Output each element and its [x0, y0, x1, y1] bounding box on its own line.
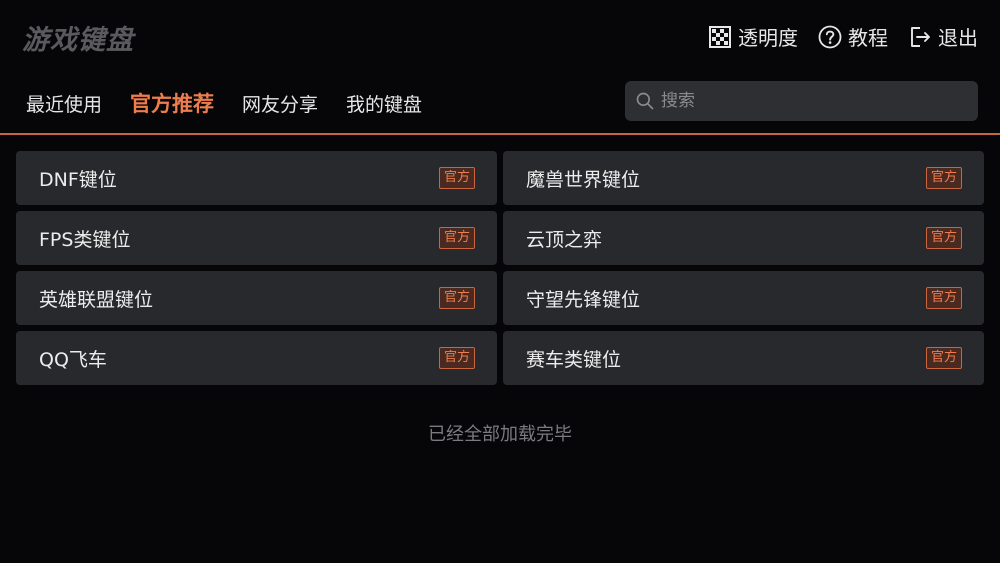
- layout-name: 英雄联盟键位: [39, 288, 154, 311]
- top-actions: 透明度 教程 退出: [708, 22, 978, 51]
- layout-name: FPS类键位: [39, 228, 131, 251]
- official-badge: 官方: [925, 287, 962, 309]
- tutorial-label: 教程: [848, 26, 888, 50]
- layout-card[interactable]: DNF键位 官方: [16, 151, 497, 205]
- search-box[interactable]: [625, 81, 978, 121]
- category-tabs: 最近使用 官方推荐 网友分享 我的键盘: [26, 88, 422, 118]
- layout-grid: DNF键位 官方 魔兽世界键位 官方 FPS类键位 官方 云顶之弈 官方 英雄联…: [16, 151, 984, 385]
- layout-name: 赛车类键位: [526, 348, 622, 371]
- transparency-button[interactable]: 透明度: [708, 22, 798, 51]
- help-icon: [818, 25, 842, 48]
- tab-divider: [0, 133, 1000, 135]
- tab-mine[interactable]: 我的键盘: [346, 90, 422, 117]
- layout-name: QQ飞车: [39, 348, 107, 371]
- all-loaded-note: 已经全部加载完毕: [428, 424, 572, 445]
- layout-card[interactable]: 云顶之弈 官方: [503, 211, 984, 265]
- official-badge: 官方: [438, 227, 475, 249]
- official-badge: 官方: [438, 167, 475, 189]
- game-keyboard-panel: 游戏键盘 透明度 教程 退出 最近使用 官方推荐 网友分享 我的键盘 搜索 DN…: [0, 0, 1000, 563]
- official-badge: 官方: [438, 287, 475, 309]
- exit-label: 退出: [938, 26, 978, 50]
- search-input[interactable]: [661, 91, 978, 111]
- exit-icon: [911, 26, 930, 47]
- exit-button[interactable]: 退出: [908, 22, 978, 51]
- layout-card[interactable]: QQ飞车 官方: [16, 331, 497, 385]
- layout-name: 云顶之弈: [526, 228, 603, 251]
- layout-card[interactable]: 魔兽世界键位 官方: [503, 151, 984, 205]
- layout-card[interactable]: 守望先锋键位 官方: [503, 271, 984, 325]
- official-badge: 官方: [438, 347, 475, 369]
- tab-official[interactable]: 官方推荐: [130, 88, 214, 118]
- transparency-label: 透明度: [738, 26, 798, 50]
- app-logo: 游戏键盘: [22, 25, 134, 56]
- layout-name: DNF键位: [39, 168, 117, 191]
- layout-card[interactable]: FPS类键位 官方: [16, 211, 497, 265]
- layout-name: 守望先锋键位: [526, 288, 641, 311]
- official-badge: 官方: [925, 347, 962, 369]
- transparency-icon: [709, 25, 731, 48]
- official-badge: 官方: [925, 227, 962, 249]
- tutorial-button[interactable]: 教程: [818, 22, 888, 51]
- layout-card[interactable]: 赛车类键位 官方: [503, 331, 984, 385]
- official-badge: 官方: [925, 167, 962, 189]
- tab-recent[interactable]: 最近使用: [26, 90, 102, 117]
- search-icon: [636, 92, 654, 110]
- layout-name: 魔兽世界键位: [526, 168, 641, 191]
- layout-card[interactable]: 英雄联盟键位 官方: [16, 271, 497, 325]
- tab-shared[interactable]: 网友分享: [242, 90, 318, 117]
